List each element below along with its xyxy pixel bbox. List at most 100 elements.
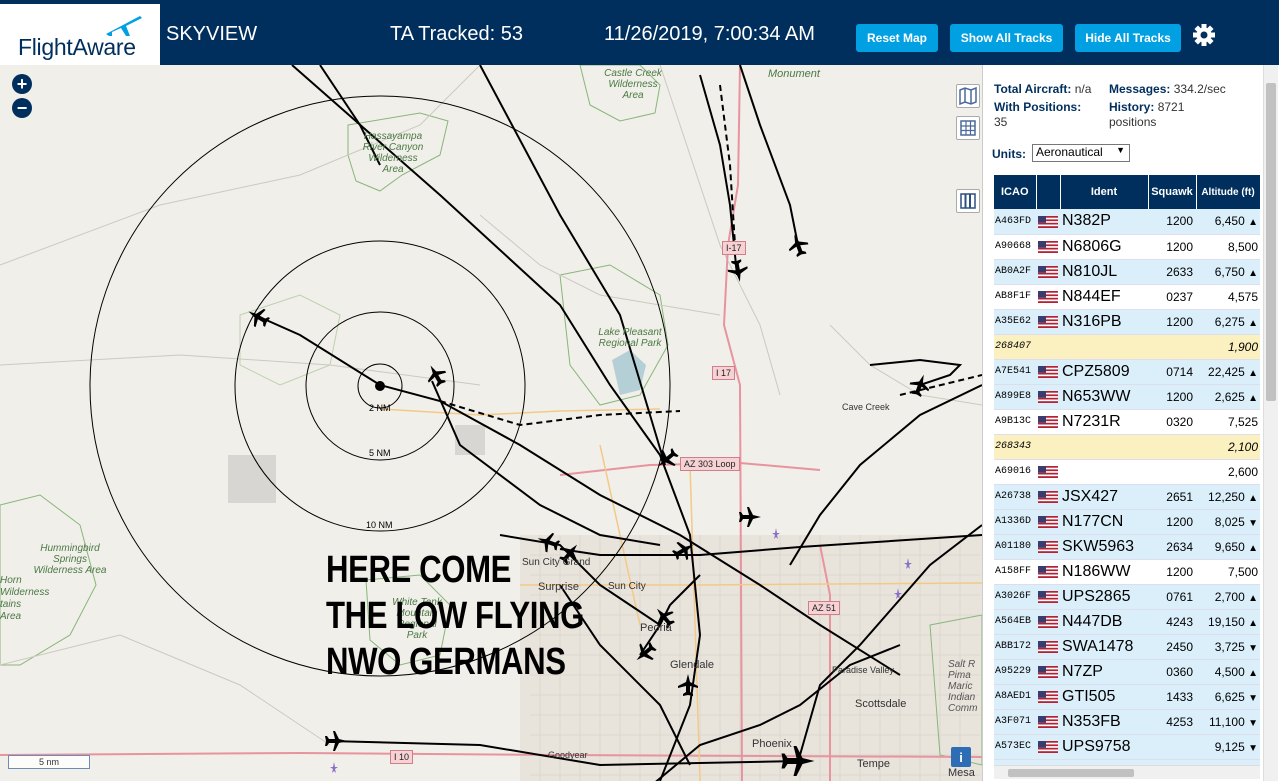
col-flag[interactable] — [1036, 175, 1061, 209]
columns-icon — [960, 193, 976, 209]
vertical-scrollbar[interactable] — [1263, 65, 1278, 781]
units-select-value: Aeronautical — [1036, 145, 1103, 159]
cell-ident: N447DB — [1060, 609, 1148, 635]
place-lake-pleasant: Lake Pleasant Regional Park — [598, 327, 662, 349]
us-flag-icon — [1038, 316, 1058, 329]
units-select[interactable]: Aeronautical ▼ — [1032, 144, 1130, 162]
table-row[interactable]: AB8F1F N844EF 0237 4,575 — [994, 284, 1260, 310]
table-row[interactable]: A7E541 CPZ5809 0714 22,425 ▲ — [994, 359, 1260, 385]
table-row[interactable]: A35E62 N316PB 1200 6,275 ▲ — [994, 309, 1260, 335]
map-view[interactable]: Castle Creek Wilderness Area Monument Ha… — [0, 65, 982, 781]
overlay-caption: HERE COME THE LOW FLYING NWO GERMANS — [326, 547, 584, 685]
altitude-trend-icon: ▲ — [1248, 542, 1258, 554]
altitude-value: 12,250 — [1208, 489, 1245, 504]
columns-toggle-button[interactable] — [956, 189, 980, 213]
cell-flag — [1036, 334, 1060, 360]
cell-ident: N6806G — [1060, 234, 1148, 260]
show-all-tracks-button[interactable]: Show All Tracks — [950, 24, 1063, 52]
table-row[interactable]: 268343 2,100 — [994, 434, 1260, 460]
table-row[interactable]: A1336D N177CN 1200 8,025 ▼ — [994, 509, 1260, 535]
overlay-line-2: THE LOW FLYING — [326, 595, 584, 637]
cell-altitude: 6,750 ▲ — [1196, 259, 1260, 285]
table-row[interactable]: A01180 SKW5963 2634 9,650 ▲ — [994, 534, 1260, 560]
table-row[interactable]: A3026F UPS2865 0761 2,700 ▲ — [994, 584, 1260, 610]
altitude-value: 4,575 — [1227, 289, 1258, 304]
total-aircraft-value: n/a — [1074, 82, 1092, 96]
cell-ident: N382P — [1060, 209, 1148, 235]
info-button[interactable]: i — [951, 747, 971, 767]
us-flag-icon — [1038, 691, 1058, 704]
history-stat: History: 8721 positions — [1109, 100, 1184, 130]
grid-toggle-button[interactable] — [956, 116, 980, 140]
altitude-value: 6,275 — [1214, 314, 1245, 329]
cell-altitude: 2,600 — [1196, 459, 1260, 485]
cell-ident: UPS2865 — [1060, 584, 1148, 610]
table-row[interactable]: AB0A2F N810JL 2633 6,750 ▲ — [994, 259, 1260, 285]
place-paradise-valley: Paradise Valley — [832, 665, 894, 675]
table-row[interactable]: A573EC UPS9758 9,125 ▼ — [994, 734, 1260, 760]
horizontal-scroll-thumb[interactable] — [1008, 769, 1134, 777]
altitude-trend-icon: ▲ — [1248, 217, 1258, 229]
cell-flag — [1036, 259, 1060, 285]
altitude-trend-icon: ▼ — [1248, 642, 1258, 654]
zoom-out-button[interactable]: − — [12, 98, 32, 118]
table-row[interactable]: A158FF N186WW 1200 7,500 — [994, 559, 1260, 585]
altitude-value: 11,100 — [1208, 714, 1245, 729]
table-row[interactable]: A95229 N7ZP 0360 4,500 ▲ — [994, 659, 1260, 685]
col-ident[interactable]: Ident — [1060, 175, 1149, 209]
aircraft-table-wrap[interactable]: ICAO Ident Squawk Altitude (ft) A463FD N3… — [994, 175, 1260, 773]
cell-flag — [1036, 234, 1060, 260]
cell-flag — [1036, 509, 1060, 535]
table-row[interactable]: A9B13C N7231R 0320 7,525 — [994, 409, 1260, 435]
cell-flag — [1036, 209, 1060, 235]
cell-ident: CPZ5809 — [1060, 359, 1148, 385]
us-flag-icon — [1038, 666, 1058, 679]
map-layers-button[interactable] — [956, 84, 980, 108]
table-row[interactable]: 268407 1,900 — [994, 334, 1260, 360]
col-altitude[interactable]: Altitude (ft) — [1196, 175, 1260, 209]
tracked-count: TA Tracked: 53 — [390, 23, 524, 45]
cell-icao: AB0A2F — [994, 259, 1036, 285]
reset-map-button[interactable]: Reset Map — [856, 24, 938, 52]
settings-gear-icon[interactable] — [1191, 22, 1217, 48]
cell-altitude: 8,025 ▼ — [1196, 509, 1260, 535]
table-row[interactable]: A90668 N6806G 1200 8,500 — [994, 234, 1260, 260]
chevron-down-icon: ▼ — [1116, 145, 1125, 155]
cell-flag — [1036, 709, 1060, 735]
cell-altitude: 9,125 ▼ — [1196, 734, 1260, 760]
aircraft-table: ICAO Ident Squawk Altitude (ft) A463FD N3… — [994, 175, 1260, 773]
table-row[interactable]: A899E8 N653WW 1200 2,625 ▲ — [994, 384, 1260, 410]
cell-ident: N810JL — [1060, 259, 1148, 285]
highway-az51: AZ 51 — [808, 601, 841, 615]
header-bar: FlightAware SKYVIEW TA Tracked: 53 11/26… — [0, 0, 1279, 65]
altitude-value: 2,700 — [1214, 589, 1245, 604]
cell-icao: A899E8 — [994, 384, 1036, 410]
cell-icao: A26738 — [994, 484, 1036, 510]
table-row[interactable]: ABB172 SWA1478 2450 3,725 ▼ — [994, 634, 1260, 660]
table-row[interactable]: A8AED1 GTI505 1433 6,625 ▼ — [994, 684, 1260, 710]
col-icao[interactable]: ICAO — [994, 175, 1037, 209]
altitude-trend-icon: ▲ — [1248, 617, 1258, 629]
ring-label-2nm: 2 NM — [369, 403, 391, 413]
scale-bar: 5 nm — [8, 755, 90, 769]
col-squawk[interactable]: Squawk — [1148, 175, 1197, 209]
altitude-value: 6,625 — [1214, 689, 1245, 704]
hide-all-tracks-button[interactable]: Hide All Tracks — [1075, 24, 1181, 52]
aircraft-panel: Total Aircraft: n/a Messages: 334.2/sec … — [982, 65, 1279, 781]
table-row[interactable]: A26738 JSX427 2651 12,250 ▲ — [994, 484, 1260, 510]
us-flag-icon — [1038, 541, 1058, 554]
ring-label-10nm: 10 NM — [366, 520, 393, 530]
vertical-scroll-thumb[interactable] — [1266, 83, 1276, 401]
table-row[interactable]: A3F071 N353FB 4253 11,100 ▼ — [994, 709, 1260, 735]
table-row[interactable]: A564EB N447DB 4243 19,150 ▲ — [994, 609, 1260, 635]
cell-flag — [1036, 434, 1060, 460]
flightaware-logo[interactable]: FlightAware — [0, 4, 160, 65]
altitude-value: 9,650 — [1214, 539, 1245, 554]
altitude-value: 7,525 — [1227, 414, 1258, 429]
zoom-in-button[interactable]: + — [12, 74, 32, 94]
highway-i17: I 17 — [712, 366, 736, 380]
table-row[interactable]: A463FD N382P 1200 6,450 ▲ — [994, 209, 1260, 235]
horizontal-scrollbar[interactable] — [994, 765, 1260, 779]
table-row[interactable]: A69016 2,600 — [994, 459, 1260, 485]
highway-i17-north: I-17 — [722, 241, 746, 255]
